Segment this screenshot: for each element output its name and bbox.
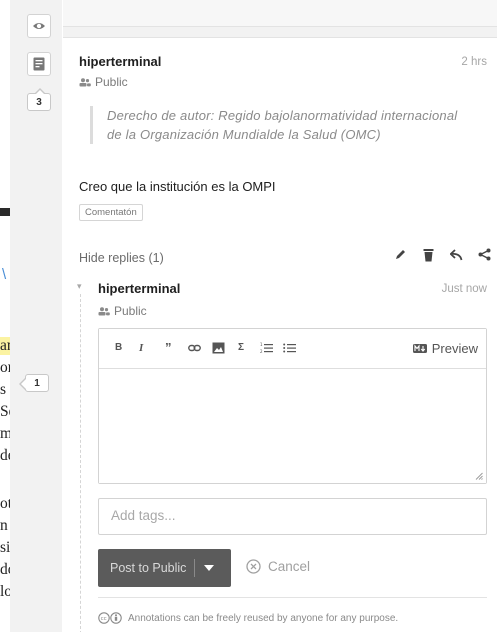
license-notice: cc Annotations can be freely reused by a… xyxy=(98,597,487,624)
annotation-body: Creo que la institución es la OMPI xyxy=(79,179,276,194)
reply-timestamp[interactable]: Just now xyxy=(442,283,487,295)
svg-text:1: 1 xyxy=(260,342,263,347)
creative-commons-icon: cc xyxy=(98,612,122,624)
collapse-reply-toggle[interactable]: ▾ xyxy=(77,281,82,292)
bucket-top-button[interactable]: 3 xyxy=(27,88,51,111)
annotation-quote: Derecho de autor: Regido bajolanormativi… xyxy=(90,106,460,144)
share-icon xyxy=(478,248,491,261)
annotation-actions xyxy=(393,247,492,262)
post-button-label: Post to Public xyxy=(110,561,187,575)
image-icon[interactable] xyxy=(212,342,225,354)
cancel-label: Cancel xyxy=(268,559,311,574)
close-circle-icon xyxy=(246,559,261,574)
privacy-label: Public xyxy=(114,304,147,318)
quote-button[interactable]: ” xyxy=(165,340,172,355)
eye-icon xyxy=(33,23,45,29)
cancel-button[interactable]: Cancel xyxy=(246,559,310,574)
license-text: Annotations can be freely reused by anyo… xyxy=(128,612,399,624)
post-button[interactable]: Post to Public xyxy=(98,549,231,587)
link-icon[interactable] xyxy=(188,342,201,354)
math-button[interactable]: Σ xyxy=(238,342,244,353)
privacy-dropdown-icon[interactable] xyxy=(204,565,215,571)
sidebar-top-bar xyxy=(63,0,497,27)
group-icon xyxy=(79,77,91,86)
group-icon xyxy=(98,306,110,315)
annotation-sidebar: hiperterminal 2 hrs Public Derecho de au… xyxy=(63,0,497,632)
hide-replies-link[interactable]: Hide replies (1) xyxy=(79,251,164,265)
toggle-highlights-button[interactable] xyxy=(27,14,51,38)
pencil-icon xyxy=(396,250,405,259)
reply-textarea[interactable] xyxy=(99,370,486,483)
bold-button[interactable]: B xyxy=(115,342,122,353)
preview-toggle[interactable]: Preview xyxy=(412,341,478,356)
reply-username[interactable]: hiperterminal xyxy=(98,281,180,296)
resize-handle-icon[interactable] xyxy=(475,472,483,480)
reply-button[interactable] xyxy=(449,247,464,262)
reply-icon xyxy=(450,248,463,260)
bucket-count: 1 xyxy=(34,377,40,389)
markdown-toolbar: B I ” Σ 1 2 Preview xyxy=(99,329,486,369)
privacy-label: Public xyxy=(95,75,128,89)
numbered-list-icon[interactable]: 1 2 xyxy=(260,342,273,354)
trash-icon xyxy=(423,248,434,261)
reply-privacy: Public xyxy=(98,304,147,318)
bullet-list-icon[interactable] xyxy=(283,342,296,354)
bucket-count: 3 xyxy=(36,96,42,108)
delete-button[interactable] xyxy=(421,247,436,262)
reply-editor: B I ” Σ 1 2 Preview xyxy=(98,328,487,484)
annotation-timestamp[interactable]: 2 hrs xyxy=(461,56,487,68)
annotation-privacy: Public xyxy=(79,75,128,89)
svg-text:cc: cc xyxy=(101,616,107,622)
preview-label: Preview xyxy=(431,341,478,356)
tags-input[interactable]: Add tags... xyxy=(98,498,487,535)
svg-text:2: 2 xyxy=(260,349,263,354)
annotation-tag[interactable]: Comentatón xyxy=(79,204,143,221)
note-icon xyxy=(33,57,45,71)
thread-line xyxy=(80,294,81,632)
italic-button[interactable]: I xyxy=(139,342,143,354)
bucket-bar: 3 xyxy=(10,0,62,632)
edit-button[interactable] xyxy=(393,247,408,262)
markdown-icon xyxy=(412,344,427,353)
page-notes-button[interactable] xyxy=(27,52,51,76)
post-button-separator xyxy=(194,559,196,577)
bucket-side-button[interactable]: 1 xyxy=(19,374,49,392)
annotation-username[interactable]: hiperterminal xyxy=(79,54,161,69)
share-button[interactable] xyxy=(477,247,492,262)
